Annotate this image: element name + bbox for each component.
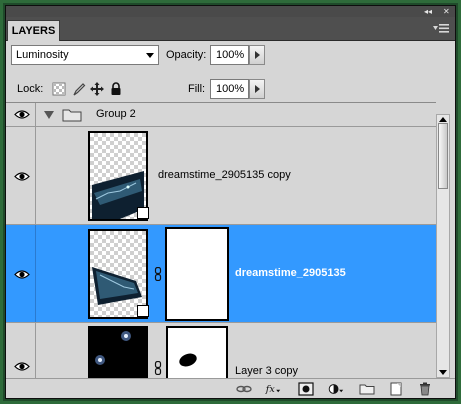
panel-top-strip: ◂◂ ✕ [6,6,455,17]
fill-input[interactable]: 100% [210,79,249,99]
lock-all-icon[interactable] [109,82,123,96]
lock-transparent-pixels-icon[interactable] [52,82,66,96]
fill-label: Fill: [188,83,206,95]
close-icon[interactable]: ✕ [443,6,450,17]
scroll-down-arrow-icon[interactable] [439,370,447,375]
opacity-slider-button[interactable] [249,45,265,65]
double-chevron-icon[interactable]: ◂◂ [424,6,432,17]
chevron-down-icon [146,53,154,58]
layers-bottom-toolbar: fx [6,378,455,398]
visibility-toggle[interactable] [6,127,36,224]
layers-panel: ◂◂ ✕ LAYERS Luminosity Opacity: 100% Loc… [5,5,456,399]
panel-menu-icon[interactable] [433,23,449,35]
scrollbar-thumb[interactable] [438,123,448,189]
layer-image [90,328,146,378]
eye-icon [14,172,30,181]
new-layer-icon[interactable] [388,382,404,396]
visibility-toggle[interactable] [6,225,36,322]
scroll-up-arrow-icon[interactable] [439,117,447,122]
mask-image [179,353,197,367]
layer-row-selected[interactable]: dreamstime_2905135 [6,225,436,323]
opacity-value: 100% [216,49,245,61]
mask-fill [169,231,225,317]
layer-mask-thumbnail[interactable] [165,227,229,321]
new-group-icon[interactable] [359,382,375,396]
svg-text:fx: fx [265,384,275,395]
smart-object-badge-icon [137,207,149,219]
layer-mask-thumbnail[interactable] [166,326,228,378]
blend-mode-dropdown[interactable]: Luminosity [11,45,159,65]
visibility-toggle[interactable] [6,323,36,378]
visibility-toggle[interactable] [6,103,36,126]
layers-scrollbar[interactable] [436,114,450,378]
eye-icon [14,110,30,119]
add-mask-icon[interactable] [298,382,314,396]
layer-row-group[interactable]: Group 2 [6,103,436,127]
layer-thumbnail[interactable] [88,326,148,378]
lock-image-pixels-icon[interactable] [72,82,86,96]
eye-icon [14,270,30,279]
opacity-label: Opacity: [166,49,207,61]
lock-position-icon[interactable] [90,82,104,96]
fill-slider-button[interactable] [249,79,265,99]
expand-triangle-icon[interactable] [44,111,54,119]
smart-object-badge-icon [137,305,149,317]
blend-mode-value: Luminosity [16,49,69,61]
lock-label: Lock: [17,83,44,95]
eye-icon [14,362,30,371]
layer-name[interactable]: dreamstime_2905135 copy [158,169,291,181]
panel-tab-bar: LAYERS [6,17,455,41]
layer-name[interactable]: Layer 3 copy [235,365,298,377]
layer-name[interactable]: dreamstime_2905135 [235,267,346,279]
layer-row[interactable]: Layer 3 copy [6,323,436,378]
layer-name[interactable]: Group 2 [96,108,136,120]
fx-icon[interactable]: fx [265,382,281,396]
adjustment-layer-icon[interactable] [328,382,344,396]
layers-list: Group 2 dreamstime_2905135 copy dreamsti… [6,102,436,378]
fill-value: 100% [216,83,245,95]
link-icon[interactable] [154,361,162,375]
link-layers-icon[interactable] [236,382,252,396]
layer-row[interactable]: dreamstime_2905135 copy [6,127,436,225]
tab-layers[interactable]: LAYERS [7,20,60,41]
opacity-input[interactable]: 100% [210,45,249,65]
trash-icon[interactable] [417,382,433,396]
folder-icon [62,109,82,122]
link-icon[interactable] [154,267,162,281]
